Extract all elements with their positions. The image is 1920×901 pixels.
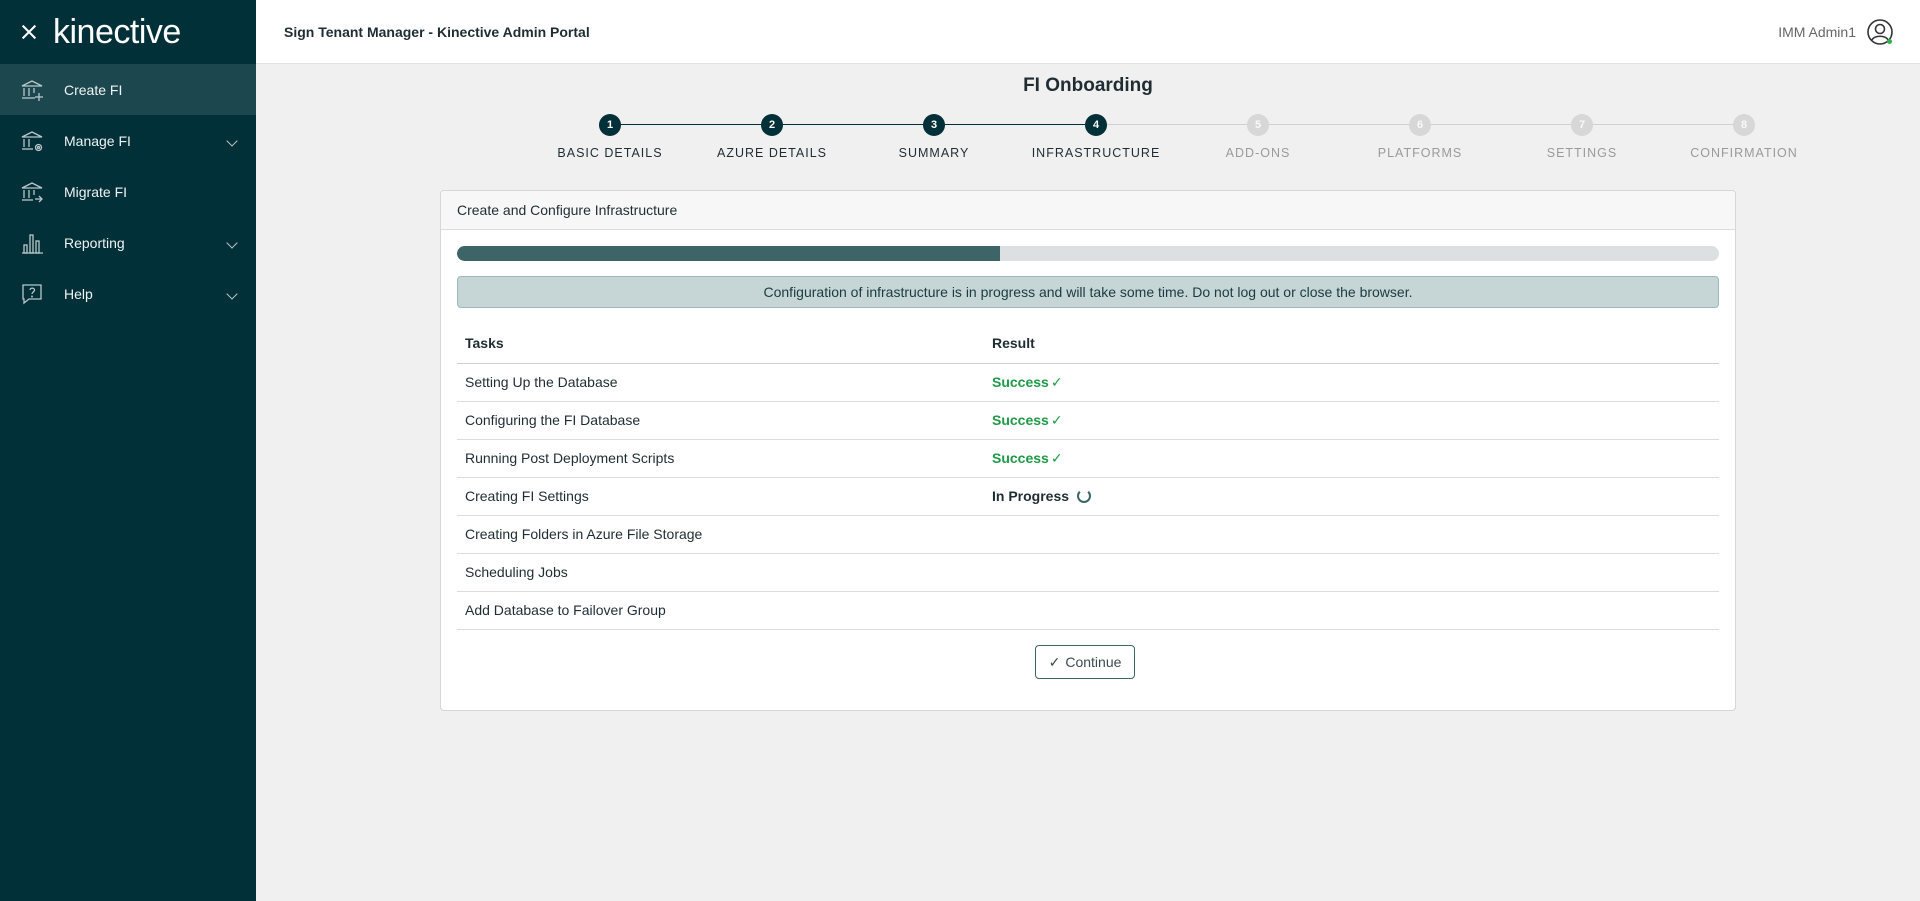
spinner-icon: [1077, 489, 1092, 503]
sidebar: kinective Create FI Manage FI Migrate FI Re…: [0, 0, 256, 901]
sidebar-item-label: Migrate FI: [64, 183, 128, 200]
task-name: Running Post Deployment Scripts: [457, 439, 984, 478]
page-title: FI Onboarding: [1023, 75, 1153, 96]
step-summary: 3 SUMMARY: [844, 114, 1024, 160]
status-success: Success: [992, 449, 1049, 466]
task-name: Setting Up the Database: [457, 363, 984, 402]
task-name: Creating FI Settings: [457, 477, 984, 516]
top-bar: Sign Tenant Manager - Kinective Admin Po…: [256, 0, 1920, 64]
step-infrastructure: 4 INFRASTRUCTURE: [1006, 114, 1186, 160]
table-row: Add Database to Failover Group: [457, 591, 1719, 630]
task-result: Success ✓: [984, 401, 1719, 440]
infrastructure-card: Create and Configure Infrastructure Conf…: [440, 190, 1736, 711]
kinective-logo: kinective: [53, 12, 181, 51]
user-avatar-icon[interactable]: [1866, 18, 1894, 46]
step-number: 1: [599, 114, 621, 136]
sidebar-item-create-fi[interactable]: Create FI: [0, 64, 256, 115]
step-label: AZURE DETAILS: [716, 146, 827, 160]
continue-button[interactable]: ✓ Continue: [1035, 645, 1135, 679]
continue-label: Continue: [1065, 654, 1122, 670]
sidebar-item-label: Manage FI: [64, 132, 131, 149]
bank-settings-icon: [20, 129, 44, 153]
card-title: Create and Configure Infrastructure: [441, 191, 1735, 230]
table-row: Configuring the FI Database Success ✓: [457, 401, 1719, 440]
step-label: SETTINGS: [1546, 146, 1618, 160]
info-alert: Configuration of infrastructure is in pr…: [457, 276, 1719, 308]
close-icon[interactable]: [20, 23, 38, 41]
status-in-progress: In Progress: [992, 488, 1070, 504]
step-label: SUMMARY: [898, 146, 970, 160]
sidebar-item-help[interactable]: Help: [0, 268, 256, 319]
step-label: CONFIRMATION: [1690, 146, 1798, 160]
column-header-result: Result: [984, 323, 1719, 364]
step-label: ADD-ONS: [1225, 146, 1291, 160]
app-title: Sign Tenant Manager - Kinective Admin Po…: [284, 23, 590, 40]
sidebar-item-reporting[interactable]: Reporting: [0, 217, 256, 268]
task-name: Creating Folders in Azure File Storage: [457, 515, 984, 554]
table-row: Scheduling Jobs: [457, 553, 1719, 592]
table-header-row: Tasks Result: [457, 323, 1719, 364]
check-icon: ✓: [1050, 373, 1063, 390]
step-number: 4: [1085, 114, 1107, 136]
task-result: [984, 553, 1719, 592]
step-number: 3: [923, 114, 945, 136]
table-row: Creating Folders in Azure File Storage: [457, 515, 1719, 554]
step-label: PLATFORMS: [1377, 146, 1463, 160]
task-name: Configuring the FI Database: [457, 401, 984, 440]
bank-migrate-icon: [20, 180, 44, 204]
step-platforms: 6 PLATFORMS: [1330, 114, 1510, 160]
task-result: Success ✓: [984, 363, 1719, 402]
chevron-down-icon[interactable]: [226, 135, 238, 147]
tasks-table-body: Setting Up the Database Success ✓ Configuri…: [457, 363, 1719, 630]
onboarding-stepper: 1 BASIC DETAILS 2 AZURE DETAILS 3 SUMMARY 4 INF…: [520, 114, 1844, 164]
step-add-ons: 5 ADD-ONS: [1168, 114, 1348, 160]
step-confirmation: 8 CONFIRMATION: [1654, 114, 1834, 160]
help-bubble-icon: [20, 282, 44, 306]
user-name: IMM Admin1: [1778, 24, 1856, 40]
check-icon: ✓: [1050, 449, 1063, 466]
step-number: 8: [1733, 114, 1755, 136]
sidebar-header: kinective: [0, 0, 256, 64]
step-number: 5: [1247, 114, 1269, 136]
step-number: 2: [761, 114, 783, 136]
status-success: Success: [992, 373, 1049, 390]
step-label: INFRASTRUCTURE: [1031, 146, 1161, 160]
task-name: Scheduling Jobs: [457, 553, 984, 592]
step-basic-details: 1 BASIC DETAILS: [520, 114, 700, 160]
bank-add-icon: [20, 78, 44, 102]
step-label: BASIC DETAILS: [557, 146, 663, 160]
task-result: Success ✓: [984, 439, 1719, 478]
table-row: Setting Up the Database Success ✓: [457, 363, 1719, 402]
status-success: Success: [992, 411, 1049, 428]
chevron-down-icon[interactable]: [226, 288, 238, 300]
task-name: Add Database to Failover Group: [457, 591, 984, 630]
step-azure-details: 2 AZURE DETAILS: [682, 114, 862, 160]
task-result: [984, 591, 1719, 630]
task-result: In Progress: [984, 477, 1719, 516]
chevron-down-icon[interactable]: [226, 237, 238, 249]
column-header-tasks: Tasks: [457, 323, 984, 364]
sidebar-item-manage-fi[interactable]: Manage FI: [0, 115, 256, 166]
tasks-table: Tasks Result Setting Up the Database Succ…: [457, 323, 1719, 630]
progress-bar-fill: [457, 246, 1000, 261]
step-settings: 7 SETTINGS: [1492, 114, 1672, 160]
table-row: Creating FI Settings In Progress: [457, 477, 1719, 516]
task-result: [984, 515, 1719, 554]
step-number: 6: [1409, 114, 1431, 136]
check-icon: ✓: [1050, 411, 1063, 428]
table-row: Running Post Deployment Scripts Success ✓: [457, 439, 1719, 478]
sidebar-nav: Create FI Manage FI Migrate FI Reporting Hel…: [0, 64, 256, 319]
progress-bar: [457, 246, 1719, 261]
sidebar-item-label: Create FI: [64, 81, 123, 98]
sidebar-item-label: Help: [64, 285, 93, 302]
sidebar-item-label: Reporting: [64, 234, 125, 251]
step-number: 7: [1571, 114, 1593, 136]
sidebar-item-migrate-fi[interactable]: Migrate FI: [0, 166, 256, 217]
user-menu[interactable]: IMM Admin1: [1778, 18, 1894, 46]
bar-chart-icon: [20, 231, 44, 255]
check-icon: ✓: [1048, 653, 1061, 670]
